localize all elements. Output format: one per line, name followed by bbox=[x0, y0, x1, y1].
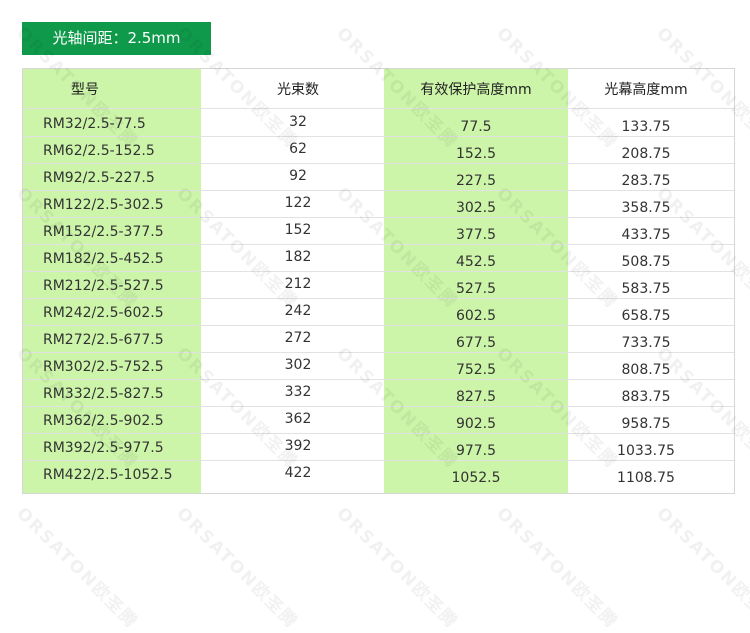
cell-protection-height: 227.5 bbox=[455, 173, 497, 189]
cell-curtain-height: 1108.75 bbox=[617, 470, 675, 486]
row-divider bbox=[23, 271, 734, 272]
row-divider bbox=[23, 433, 734, 434]
cell-protection-height: 602.5 bbox=[455, 308, 497, 324]
row-divider bbox=[23, 190, 734, 191]
watermark-text: ORSATON欧圣腾 bbox=[492, 503, 622, 633]
cell-beam-count: 422 bbox=[284, 465, 312, 481]
cell-curtain-height: 283.75 bbox=[621, 173, 671, 189]
cell-protection-height: 1052.5 bbox=[451, 470, 501, 486]
watermark-text: ORSATON欧圣腾 bbox=[332, 503, 462, 633]
cell-beam-count: 62 bbox=[289, 141, 307, 157]
cell-protection-height: 152.5 bbox=[455, 146, 497, 162]
row-divider bbox=[23, 406, 734, 407]
cell-model: RM272/2.5-677.5 bbox=[43, 332, 164, 348]
cell-curtain-height: 208.75 bbox=[621, 146, 671, 162]
watermark-text: ORSATON欧圣腾 bbox=[652, 503, 750, 633]
watermark-text: ORSATON欧圣腾 bbox=[172, 503, 302, 633]
cell-model: RM92/2.5-227.5 bbox=[43, 170, 155, 186]
cell-model: RM62/2.5-152.5 bbox=[43, 143, 155, 159]
row-divider bbox=[23, 163, 734, 164]
cell-model: RM242/2.5-602.5 bbox=[43, 305, 164, 321]
cell-curtain-height: 658.75 bbox=[621, 308, 671, 324]
header-divider bbox=[23, 108, 734, 109]
cell-beam-count: 92 bbox=[289, 168, 307, 184]
row-divider bbox=[23, 325, 734, 326]
cell-model: RM422/2.5-1052.5 bbox=[43, 467, 173, 483]
cell-curtain-height: 733.75 bbox=[621, 335, 671, 351]
row-divider bbox=[23, 352, 734, 353]
watermark-text: ORSATON欧圣腾 bbox=[12, 503, 142, 633]
cell-protection-height: 677.5 bbox=[455, 335, 497, 351]
cell-beam-count: 242 bbox=[284, 303, 312, 319]
